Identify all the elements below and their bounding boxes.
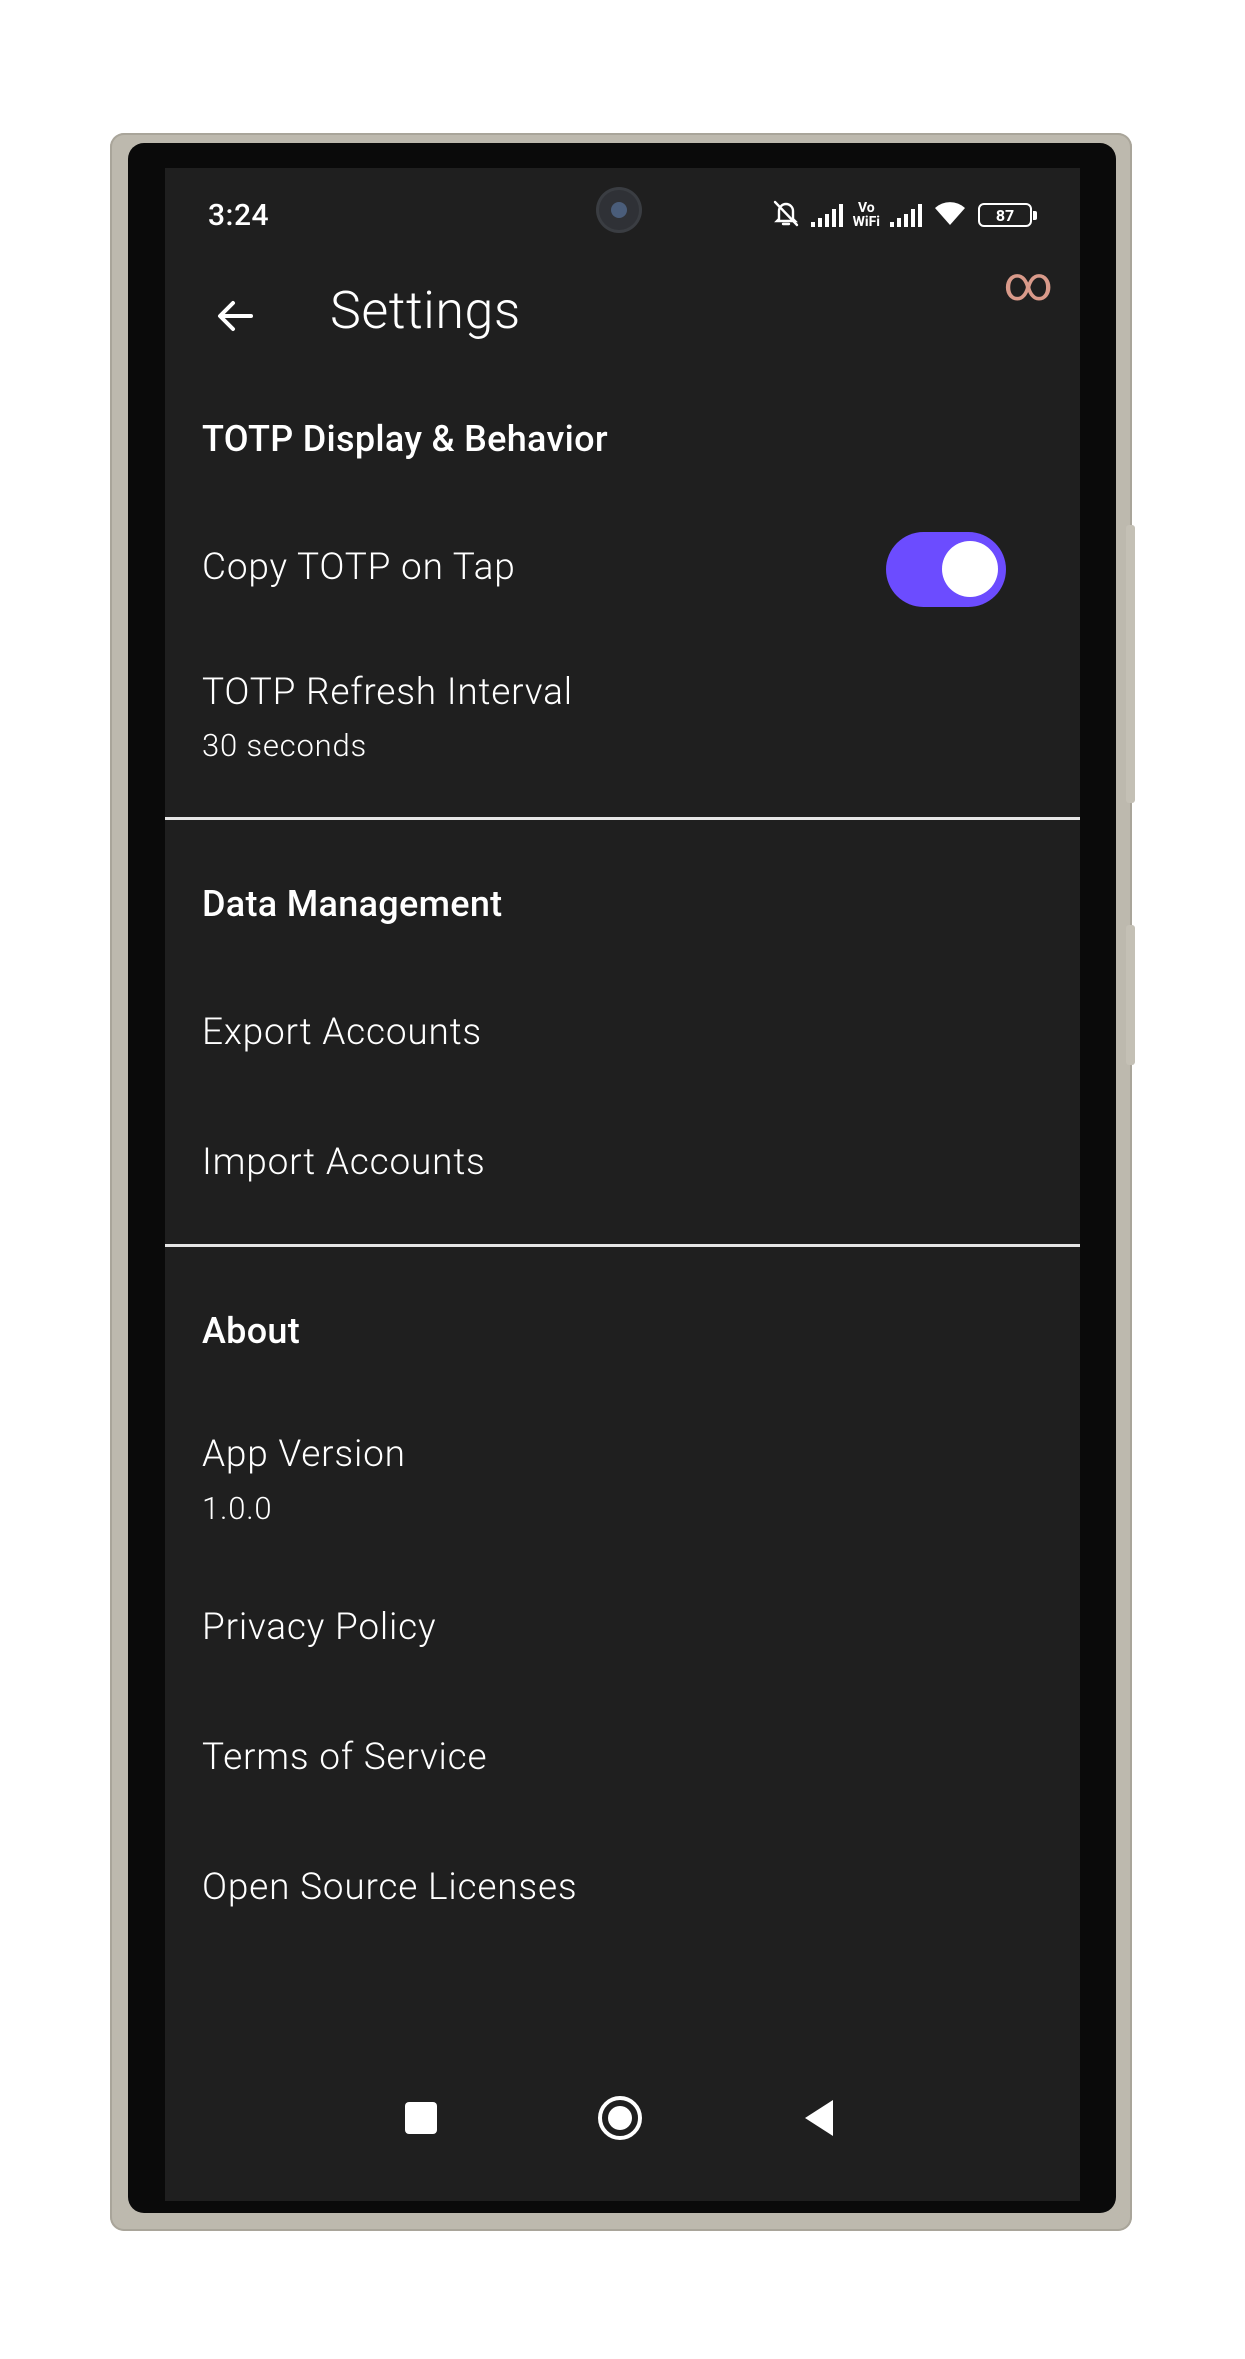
recents-button[interactable]	[391, 2088, 451, 2148]
signal-icon	[810, 203, 843, 227]
section-header-totp: TOTP Display & Behavior	[202, 418, 608, 460]
app-version-label: App Version	[202, 1433, 406, 1476]
back-button[interactable]	[205, 286, 265, 346]
app-screen: 3:24 Vo WiFi 87 ∞ Settings TOTP Display …	[165, 168, 1080, 2201]
section-divider	[165, 817, 1080, 820]
totp-refresh-interval-value: 30 seconds	[202, 727, 368, 764]
privacy-policy-item[interactable]: Privacy Policy	[202, 1606, 436, 1649]
app-version-value: 1.0.0	[202, 1490, 273, 1527]
copy-totp-toggle[interactable]	[886, 532, 1006, 607]
status-icons: Vo WiFi 87	[771, 198, 1037, 232]
section-divider	[165, 1244, 1080, 1247]
battery-level: 87	[995, 205, 1015, 225]
vowifi-icon: Vo WiFi	[853, 201, 880, 229]
open-source-licenses-item[interactable]: Open Source Licenses	[202, 1866, 577, 1909]
battery-icon: 87	[978, 203, 1037, 227]
section-header-data: Data Management	[202, 883, 503, 925]
section-header-about: About	[202, 1310, 301, 1352]
back-nav-button[interactable]	[789, 2088, 849, 2148]
home-circle-icon	[598, 2096, 642, 2140]
page-title: Settings	[330, 280, 521, 341]
back-triangle-icon	[805, 2100, 833, 2136]
terms-of-service-item[interactable]: Terms of Service	[202, 1736, 487, 1779]
import-accounts-item[interactable]: Import Accounts	[202, 1141, 486, 1184]
volume-button	[1126, 525, 1135, 803]
mute-icon	[771, 198, 801, 232]
infinity-icon: ∞	[1003, 255, 1053, 312]
copy-totp-on-tap-label[interactable]: Copy TOTP on Tap	[202, 546, 516, 589]
arrow-left-icon	[218, 301, 253, 331]
toggle-thumb	[942, 541, 998, 597]
wifi-icon	[932, 198, 968, 232]
front-camera	[599, 190, 639, 230]
status-time: 3:24	[208, 198, 270, 233]
recents-square-icon	[405, 2102, 437, 2134]
vowifi-bottom: WiFi	[852, 214, 880, 230]
totp-refresh-interval-label[interactable]: TOTP Refresh Interval	[202, 671, 573, 714]
home-button[interactable]	[590, 2088, 650, 2148]
power-button	[1126, 925, 1135, 1065]
export-accounts-item[interactable]: Export Accounts	[202, 1011, 482, 1054]
vowifi-top: Vo	[857, 200, 875, 216]
signal-icon	[890, 203, 922, 227]
